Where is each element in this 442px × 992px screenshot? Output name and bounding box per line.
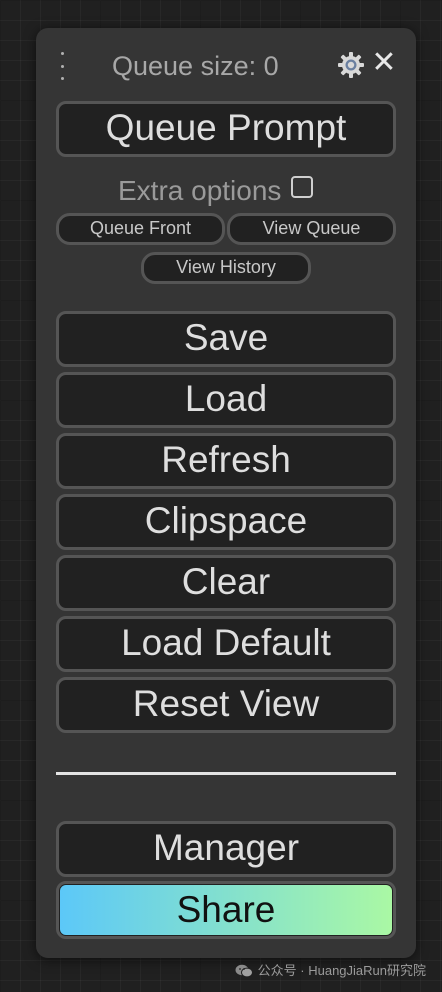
extra-options-label: Extra options bbox=[118, 175, 282, 206]
menu-divider bbox=[56, 772, 396, 775]
watermark-text: 公众号 · HuangJiaRun研究院 bbox=[257, 963, 426, 978]
extra-options-row: Extra options bbox=[118, 174, 314, 208]
comfy-menu-panel: Queue size: 0 ✕ Queue Prompt Extra optio… bbox=[36, 28, 416, 958]
manager-button[interactable]: Manager bbox=[56, 821, 396, 877]
wechat-icon bbox=[235, 964, 253, 978]
extra-options-checkbox[interactable] bbox=[291, 176, 314, 198]
share-button-label: Share bbox=[60, 885, 392, 935]
queue-prompt-button[interactable]: Queue Prompt bbox=[56, 101, 396, 157]
share-button[interactable]: Share bbox=[56, 881, 396, 939]
watermark: 公众号 · HuangJiaRun研究院 bbox=[235, 962, 426, 980]
close-icon[interactable]: ✕ bbox=[371, 48, 397, 78]
drag-handle-icon[interactable] bbox=[58, 52, 66, 80]
view-history-button[interactable]: View History bbox=[141, 252, 311, 284]
load-button[interactable]: Load bbox=[56, 372, 396, 428]
refresh-button[interactable]: Refresh bbox=[56, 433, 396, 489]
queue-size-label: Queue size: 0 bbox=[112, 51, 279, 81]
load-default-button[interactable]: Load Default bbox=[56, 616, 396, 672]
view-queue-button[interactable]: View Queue bbox=[227, 213, 396, 245]
clipspace-button[interactable]: Clipspace bbox=[56, 494, 396, 550]
save-button[interactable]: Save bbox=[56, 311, 396, 367]
clear-button[interactable]: Clear bbox=[56, 555, 396, 611]
reset-view-button[interactable]: Reset View bbox=[56, 677, 396, 733]
queue-front-button[interactable]: Queue Front bbox=[56, 213, 225, 245]
gear-icon[interactable] bbox=[337, 51, 365, 79]
